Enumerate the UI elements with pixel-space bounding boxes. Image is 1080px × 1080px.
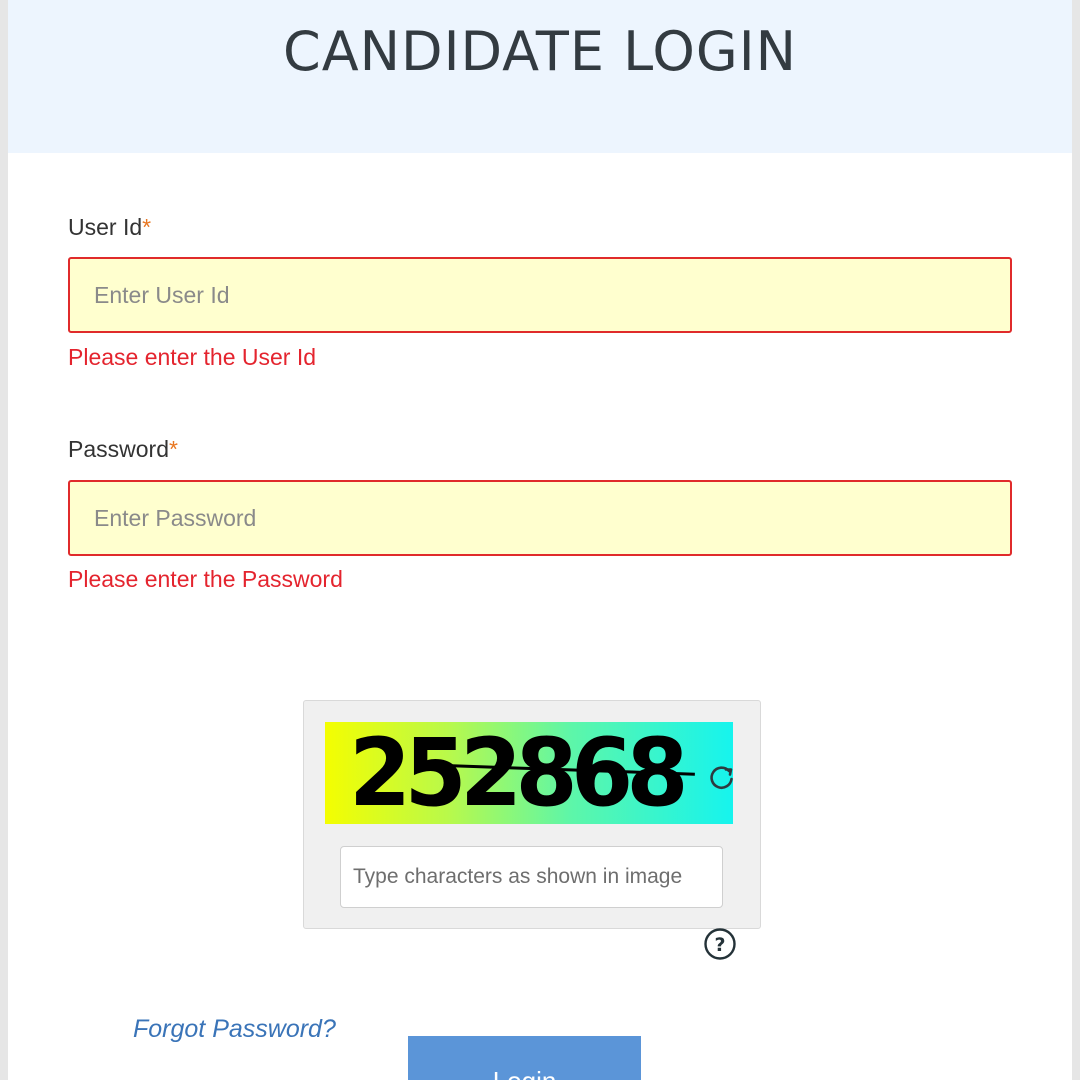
user-id-input[interactable]	[68, 257, 1012, 333]
captcha-image: 252868	[325, 722, 733, 824]
password-label-text: Password	[68, 436, 169, 462]
login-header: CANDIDATE LOGIN	[8, 0, 1072, 153]
login-button[interactable]: Login	[408, 1036, 641, 1080]
required-mark: *	[168, 436, 178, 462]
refresh-icon[interactable]	[708, 763, 736, 791]
svg-text:?: ?	[714, 934, 725, 956]
page-title: CANDIDATE LOGIN	[282, 20, 798, 83]
required-mark: *	[142, 214, 152, 240]
user-id-error: Please enter the User Id	[68, 344, 317, 370]
password-label: Password*	[68, 436, 178, 463]
user-id-label: User Id*	[68, 214, 151, 241]
user-id-label-text: User Id	[68, 214, 143, 240]
forgot-password-link[interactable]: Forgot Password?	[133, 1015, 336, 1044]
password-input[interactable]	[68, 480, 1012, 556]
question-circle-icon[interactable]: ?	[703, 927, 737, 961]
captcha-box: 252868	[303, 700, 761, 929]
captcha-input[interactable]	[340, 846, 723, 908]
password-error: Please enter the Password	[68, 566, 343, 592]
